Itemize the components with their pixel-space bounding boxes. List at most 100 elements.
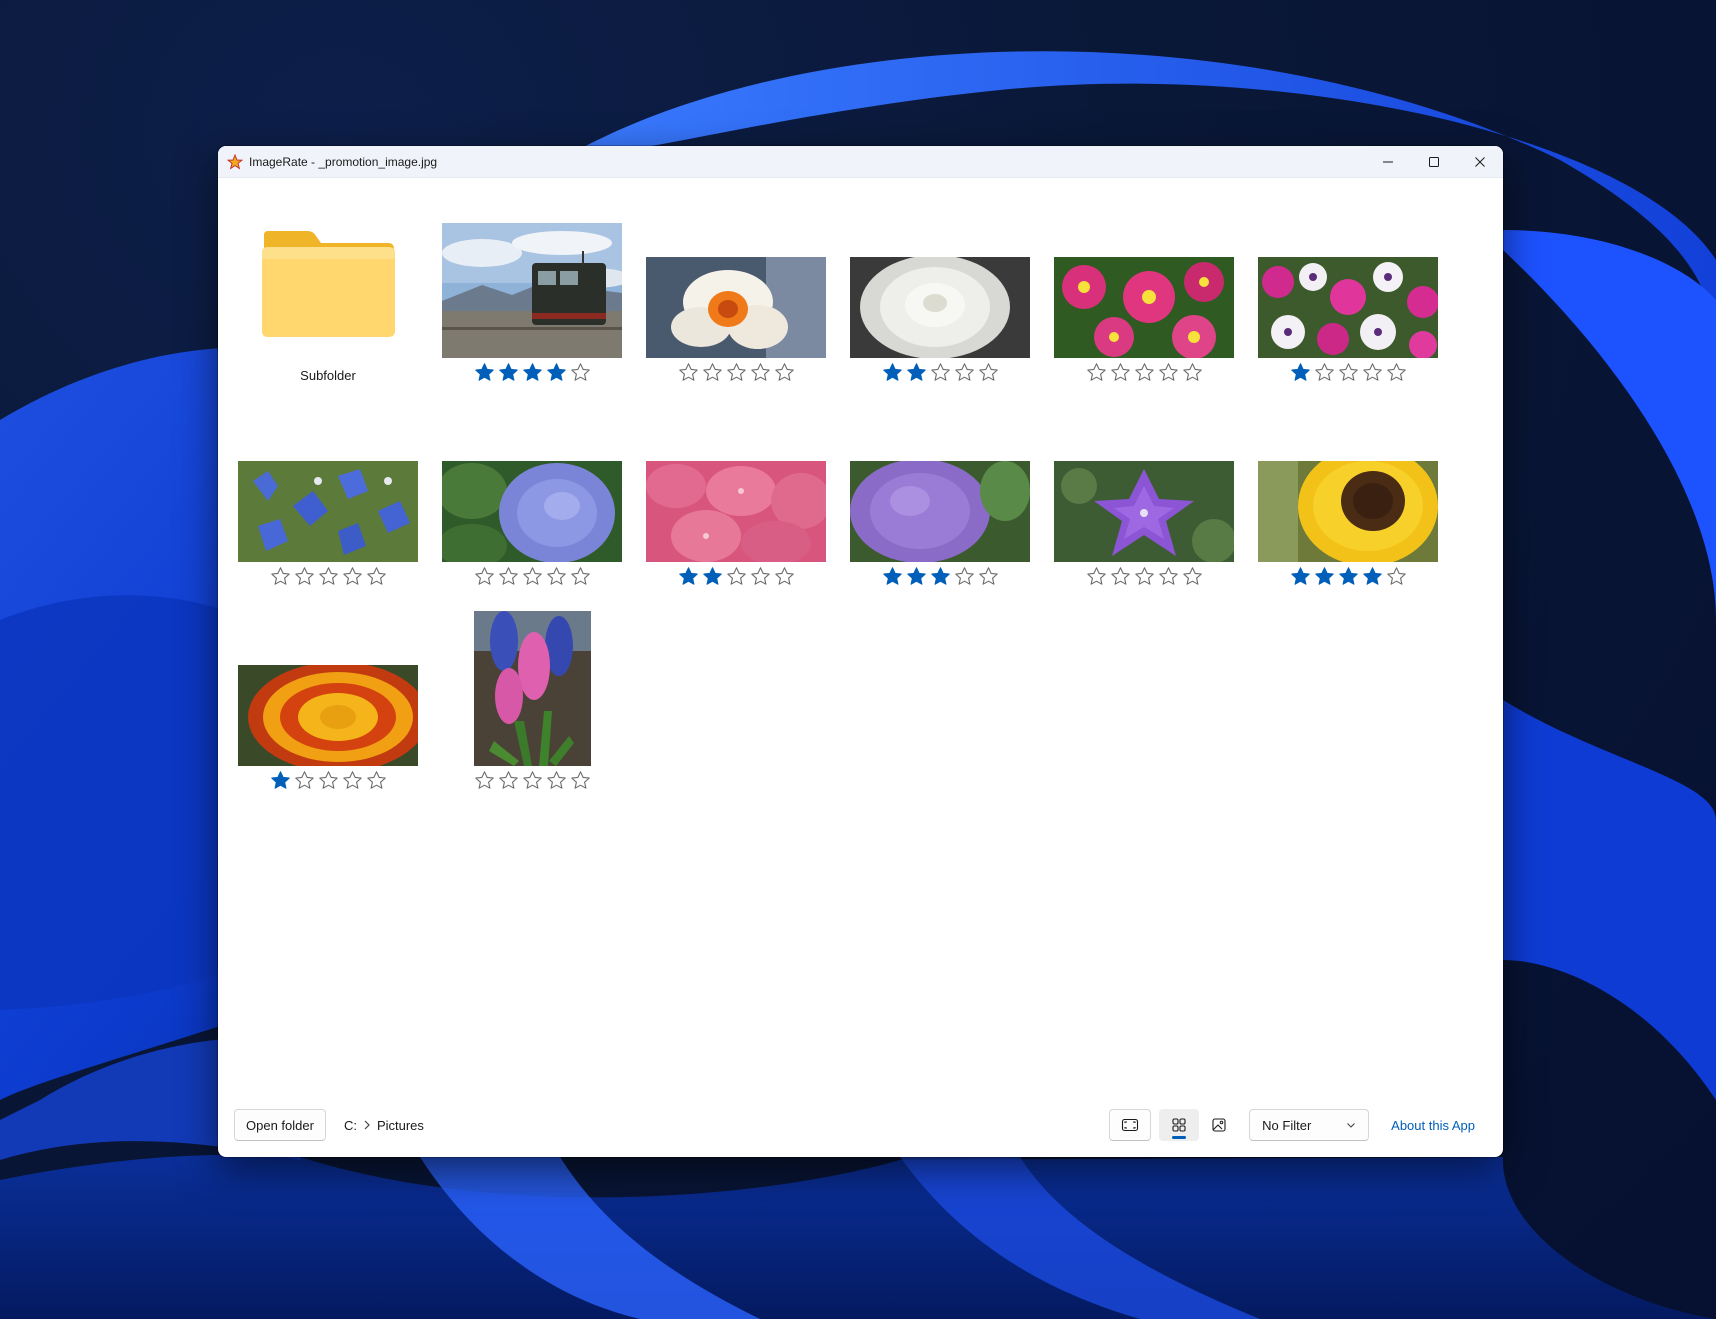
star-filled-icon[interactable] <box>930 566 951 587</box>
open-folder-button[interactable]: Open folder <box>234 1109 326 1141</box>
star-empty-icon[interactable] <box>474 566 495 587</box>
grid-view-button[interactable] <box>1159 1109 1200 1141</box>
star-filled-icon[interactable] <box>474 362 495 383</box>
star-empty-icon[interactable] <box>570 770 591 791</box>
maximize-button[interactable] <box>1411 146 1457 177</box>
image-tile[interactable] <box>1258 216 1438 384</box>
rating-stars[interactable] <box>646 564 826 588</box>
image-tile[interactable] <box>646 420 826 588</box>
star-empty-icon[interactable] <box>1158 566 1179 587</box>
star-empty-icon[interactable] <box>294 770 315 791</box>
star-empty-icon[interactable] <box>978 362 999 383</box>
filter-dropdown[interactable]: No Filter <box>1249 1109 1370 1141</box>
star-empty-icon[interactable] <box>318 770 339 791</box>
star-empty-icon[interactable] <box>1086 362 1107 383</box>
star-empty-icon[interactable] <box>1314 362 1335 383</box>
rating-stars[interactable] <box>442 360 622 384</box>
rating-stars[interactable] <box>850 360 1030 384</box>
close-button[interactable] <box>1457 146 1503 177</box>
star-empty-icon[interactable] <box>1182 566 1203 587</box>
star-filled-icon[interactable] <box>1314 566 1335 587</box>
star-filled-icon[interactable] <box>882 566 903 587</box>
image-tile[interactable] <box>442 611 622 792</box>
star-filled-icon[interactable] <box>678 566 699 587</box>
star-empty-icon[interactable] <box>366 566 387 587</box>
breadcrumb-drive[interactable]: C: <box>344 1118 357 1133</box>
star-empty-icon[interactable] <box>726 362 747 383</box>
image-tile[interactable] <box>1258 420 1438 588</box>
star-filled-icon[interactable] <box>1362 566 1383 587</box>
star-empty-icon[interactable] <box>546 566 567 587</box>
rating-stars[interactable] <box>1258 360 1438 384</box>
star-empty-icon[interactable] <box>774 362 795 383</box>
star-filled-icon[interactable] <box>1338 566 1359 587</box>
image-tile[interactable] <box>238 420 418 588</box>
star-filled-icon[interactable] <box>702 566 723 587</box>
star-filled-icon[interactable] <box>882 362 903 383</box>
star-filled-icon[interactable] <box>522 362 543 383</box>
star-empty-icon[interactable] <box>774 566 795 587</box>
rating-stars[interactable] <box>850 564 1030 588</box>
rating-stars[interactable] <box>442 564 622 588</box>
breadcrumb-folder[interactable]: Pictures <box>377 1118 424 1133</box>
star-filled-icon[interactable] <box>270 770 291 791</box>
rating-stars[interactable] <box>442 768 622 792</box>
star-empty-icon[interactable] <box>1134 362 1155 383</box>
star-empty-icon[interactable] <box>1110 362 1131 383</box>
rating-stars[interactable] <box>1054 564 1234 588</box>
star-empty-icon[interactable] <box>1338 362 1359 383</box>
star-empty-icon[interactable] <box>342 566 363 587</box>
star-filled-icon[interactable] <box>906 362 927 383</box>
image-tile[interactable] <box>238 624 418 792</box>
title-bar[interactable]: ImageRate - _promotion_image.jpg <box>218 146 1503 178</box>
rating-stars[interactable] <box>646 360 826 384</box>
star-empty-icon[interactable] <box>546 770 567 791</box>
star-empty-icon[interactable] <box>1362 362 1383 383</box>
star-empty-icon[interactable] <box>1134 566 1155 587</box>
star-filled-icon[interactable] <box>546 362 567 383</box>
star-empty-icon[interactable] <box>570 566 591 587</box>
minimize-button[interactable] <box>1365 146 1411 177</box>
star-empty-icon[interactable] <box>1386 362 1407 383</box>
star-empty-icon[interactable] <box>498 770 519 791</box>
image-tile[interactable] <box>850 420 1030 588</box>
star-empty-icon[interactable] <box>726 566 747 587</box>
star-empty-icon[interactable] <box>978 566 999 587</box>
star-filled-icon[interactable] <box>1290 362 1311 383</box>
star-filled-icon[interactable] <box>906 566 927 587</box>
star-filled-icon[interactable] <box>498 362 519 383</box>
rating-stars[interactable] <box>1258 564 1438 588</box>
image-tile[interactable] <box>1054 216 1234 384</box>
star-empty-icon[interactable] <box>930 362 951 383</box>
fullscreen-button[interactable] <box>1109 1109 1152 1141</box>
star-empty-icon[interactable] <box>522 566 543 587</box>
star-empty-icon[interactable] <box>1182 362 1203 383</box>
star-empty-icon[interactable] <box>750 362 771 383</box>
rating-stars[interactable] <box>1054 360 1234 384</box>
star-empty-icon[interactable] <box>678 362 699 383</box>
image-tile[interactable] <box>1054 420 1234 588</box>
star-empty-icon[interactable] <box>750 566 771 587</box>
star-empty-icon[interactable] <box>570 362 591 383</box>
star-empty-icon[interactable] <box>954 566 975 587</box>
image-tile[interactable] <box>646 216 826 384</box>
star-empty-icon[interactable] <box>1110 566 1131 587</box>
image-tile[interactable] <box>850 216 1030 384</box>
star-empty-icon[interactable] <box>1158 362 1179 383</box>
star-empty-icon[interactable] <box>1086 566 1107 587</box>
star-empty-icon[interactable] <box>270 566 291 587</box>
star-empty-icon[interactable] <box>1386 566 1407 587</box>
star-empty-icon[interactable] <box>318 566 339 587</box>
folder-tile[interactable]: Subfolder <box>238 216 418 383</box>
star-empty-icon[interactable] <box>366 770 387 791</box>
star-empty-icon[interactable] <box>954 362 975 383</box>
star-empty-icon[interactable] <box>522 770 543 791</box>
single-image-button[interactable] <box>1199 1109 1239 1141</box>
about-app-link[interactable]: About this App <box>1391 1118 1475 1133</box>
rating-stars[interactable] <box>238 768 418 792</box>
star-empty-icon[interactable] <box>702 362 723 383</box>
rating-stars[interactable] <box>238 564 418 588</box>
star-empty-icon[interactable] <box>498 566 519 587</box>
star-empty-icon[interactable] <box>474 770 495 791</box>
star-filled-icon[interactable] <box>1290 566 1311 587</box>
